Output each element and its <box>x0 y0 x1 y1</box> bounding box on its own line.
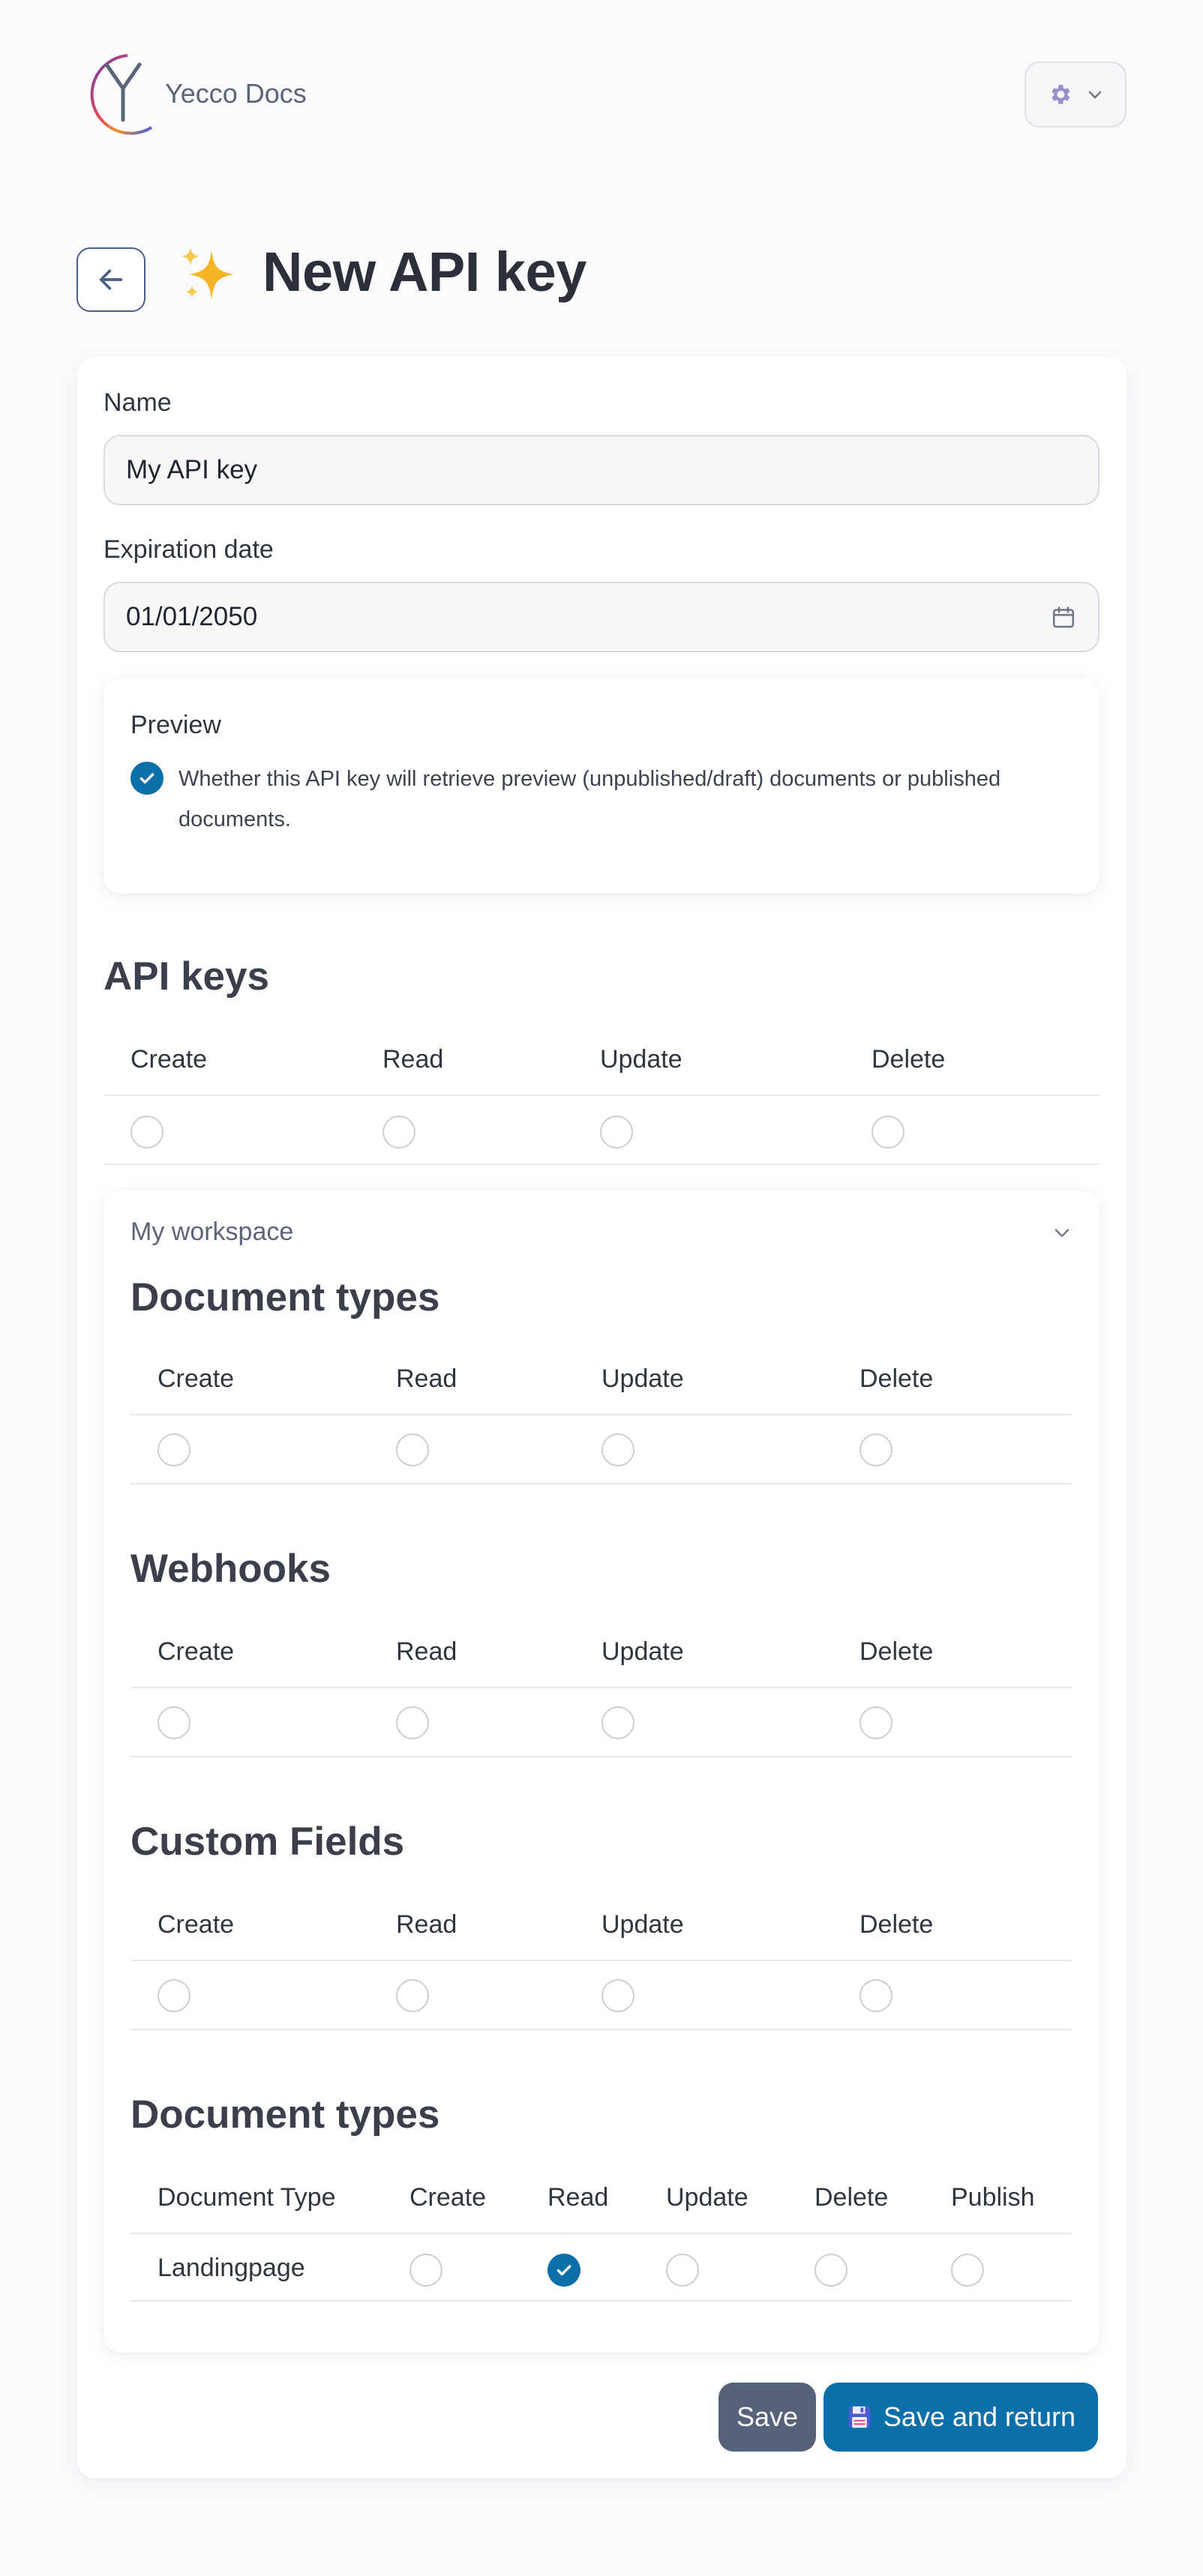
settings-menu-button[interactable] <box>1024 61 1126 127</box>
webhooks-col-create: Create <box>158 1637 235 1666</box>
doctype-table-col-name: Document Type <box>158 2183 336 2212</box>
webhooks-update-radio[interactable] <box>602 1706 634 1739</box>
doctypes-col-create: Create <box>158 1364 235 1393</box>
expiration-date-value: 01/01/2050 <box>126 602 258 631</box>
api-keys-col-update: Update <box>600 1045 682 1074</box>
customfields-create-radio[interactable] <box>158 1979 190 2012</box>
doctype-row-name: Landingpage <box>158 2254 305 2282</box>
preview-card: Preview Whether this API key will retrie… <box>104 679 1100 894</box>
webhooks-delete-radio[interactable] <box>860 1706 892 1739</box>
divider <box>130 1687 1072 1688</box>
doctype-permissions-title: Document types <box>130 2092 440 2137</box>
doctype-table-col-create: Create <box>410 2183 487 2212</box>
customfields-col-read: Read <box>396 1910 458 1939</box>
app-header: Yecco Docs <box>0 0 1203 187</box>
landingpage-update-radio[interactable] <box>666 2254 699 2287</box>
sparkles-icon <box>182 247 234 300</box>
customfields-update-radio[interactable] <box>602 1979 634 2012</box>
preview-title: Preview <box>130 711 221 739</box>
chevron-down-icon <box>1088 91 1102 99</box>
check-icon <box>140 773 154 784</box>
webhooks-section-title: Webhooks <box>130 1547 331 1591</box>
expiration-date-input[interactable]: 01/01/2050 <box>104 582 1100 652</box>
preview-description: Whether this API key will retrieve previ… <box>178 767 1001 831</box>
divider <box>130 2233 1072 2234</box>
gear-icon <box>1052 85 1070 104</box>
api-keys-col-read: Read <box>382 1045 444 1074</box>
api-keys-read-radio[interactable] <box>382 1116 416 1149</box>
doctype-table-col-publish: Publish <box>951 2183 1035 2212</box>
doctypes-col-delete: Delete <box>860 1364 934 1393</box>
divider <box>130 1483 1072 1484</box>
divider <box>104 1095 1100 1096</box>
customfields-delete-radio[interactable] <box>860 1979 892 2012</box>
floppy-disk-icon <box>848 2406 871 2428</box>
doctypes-create-radio[interactable] <box>158 1433 190 1466</box>
arrow-left-icon <box>99 269 123 290</box>
landingpage-publish-radio[interactable] <box>951 2254 984 2287</box>
webhooks-create-radio[interactable] <box>158 1706 190 1739</box>
customfields-col-delete: Delete <box>860 1910 934 1939</box>
name-label: Name <box>104 388 172 417</box>
api-keys-create-radio[interactable] <box>130 1116 164 1149</box>
custom-fields-section-title: Custom Fields <box>130 1820 405 1864</box>
webhooks-col-delete: Delete <box>860 1637 934 1666</box>
save-and-return-button[interactable]: Save and return <box>824 2383 1098 2452</box>
doctypes-delete-radio[interactable] <box>860 1433 892 1466</box>
doctype-table-col-delete: Delete <box>814 2183 889 2212</box>
api-keys-col-create: Create <box>130 1045 208 1074</box>
divider <box>104 1164 1100 1165</box>
api-keys-delete-radio[interactable] <box>872 1116 904 1149</box>
divider <box>130 1414 1072 1415</box>
customfields-col-create: Create <box>158 1910 235 1939</box>
page-title: New API key <box>262 241 586 303</box>
calendar-icon[interactable] <box>1050 604 1077 631</box>
api-keys-update-radio[interactable] <box>600 1116 633 1149</box>
webhooks-col-read: Read <box>396 1637 458 1666</box>
workspace-name[interactable]: My workspace <box>130 1218 293 1247</box>
document-types-section-title: Document types <box>130 1275 440 1319</box>
preview-checkbox[interactable] <box>130 762 164 795</box>
landingpage-read-radio[interactable] <box>548 2254 580 2287</box>
landingpage-create-radio[interactable] <box>410 2254 442 2287</box>
customfields-read-radio[interactable] <box>396 1979 429 2012</box>
back-button[interactable] <box>76 247 146 312</box>
divider <box>130 2300 1072 2302</box>
webhooks-col-update: Update <box>602 1637 684 1666</box>
save-and-return-label: Save and return <box>883 2401 1076 2432</box>
doctypes-read-radio[interactable] <box>396 1433 429 1466</box>
name-input-value: My API key <box>126 455 258 484</box>
customfields-col-update: Update <box>602 1910 684 1939</box>
doctypes-col-update: Update <box>602 1364 684 1393</box>
expiration-label: Expiration date <box>104 535 274 564</box>
brand-name: Yecco Docs <box>165 78 307 109</box>
webhooks-read-radio[interactable] <box>396 1706 429 1739</box>
check-icon <box>556 2265 572 2276</box>
landingpage-delete-radio[interactable] <box>814 2254 848 2287</box>
yecco-logo[interactable] <box>81 49 156 136</box>
divider <box>130 1960 1072 1961</box>
divider <box>130 1756 1072 1757</box>
doctype-table-col-read: Read <box>548 2183 609 2212</box>
name-input[interactable]: My API key <box>104 435 1100 505</box>
api-keys-section-title: API keys <box>104 954 269 999</box>
save-button[interactable]: Save <box>718 2383 816 2452</box>
api-keys-col-delete: Delete <box>872 1045 946 1074</box>
chevron-down-icon[interactable] <box>1052 1222 1072 1243</box>
doctypes-col-read: Read <box>396 1364 458 1393</box>
doctype-table-col-update: Update <box>666 2183 748 2212</box>
divider <box>130 2029 1072 2030</box>
doctypes-update-radio[interactable] <box>602 1433 634 1466</box>
